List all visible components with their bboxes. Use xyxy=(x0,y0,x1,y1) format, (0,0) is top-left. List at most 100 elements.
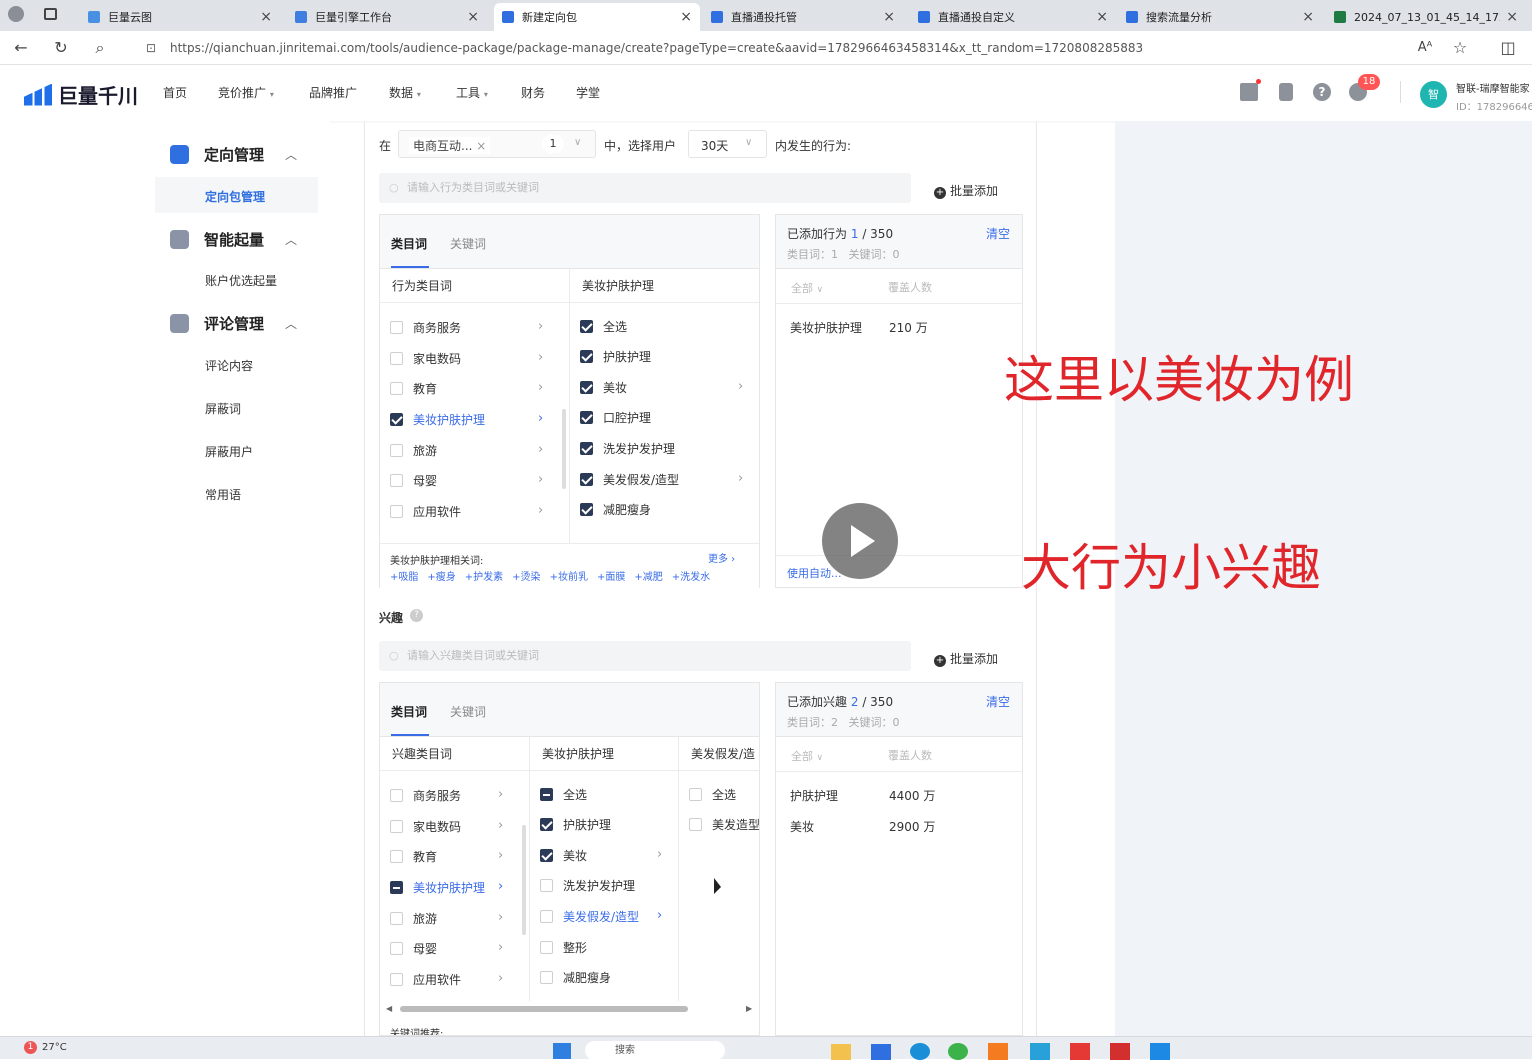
list-item[interactable]: 旅游 xyxy=(390,442,437,459)
checkbox[interactable] xyxy=(390,352,403,365)
logo[interactable]: 巨量千川 xyxy=(24,80,138,109)
close-icon[interactable]: × xyxy=(1302,9,1314,25)
list-item[interactable]: 商务服务 xyxy=(390,787,461,804)
help-icon[interactable]: ? xyxy=(410,609,423,622)
related-word[interactable]: +瘦身 xyxy=(427,568,455,583)
list-item[interactable]: 美妆护肤护理 xyxy=(390,879,485,896)
scrollbar[interactable] xyxy=(522,825,526,935)
scroll-right-icon[interactable]: ▶ xyxy=(746,1004,752,1013)
close-icon[interactable]: × xyxy=(1096,9,1108,25)
checkbox[interactable] xyxy=(390,820,403,833)
sidebar-item-account-boost[interactable]: 账户优选起量 xyxy=(205,272,277,289)
checkbox[interactable] xyxy=(580,350,593,363)
gift-icon[interactable] xyxy=(1240,83,1258,101)
list-item[interactable]: 美妆护肤护理 xyxy=(390,411,485,428)
checkbox[interactable] xyxy=(390,321,403,334)
close-icon[interactable]: × xyxy=(680,9,692,25)
checkbox[interactable] xyxy=(390,505,403,518)
list-item[interactable]: 整形 xyxy=(540,939,587,956)
checkbox[interactable] xyxy=(580,381,593,394)
checkbox[interactable] xyxy=(540,788,553,801)
tab-keyword[interactable]: 关键词 xyxy=(450,235,486,252)
list-item[interactable]: 口腔护理 xyxy=(580,409,651,426)
checkbox[interactable] xyxy=(390,881,403,894)
list-item[interactable]: 洗发护发护理 xyxy=(580,440,675,457)
list-item[interactable]: 美发假发/造型 xyxy=(580,471,679,488)
search-icon[interactable]: ⌕ xyxy=(89,37,111,59)
close-icon[interactable]: × xyxy=(260,9,272,25)
related-word[interactable]: +烫染 xyxy=(512,568,540,583)
clear-button[interactable]: 清空 xyxy=(986,225,1010,242)
checkbox[interactable] xyxy=(540,849,553,862)
days-select[interactable]: 30天 ∨ xyxy=(688,130,767,158)
related-word[interactable]: +护发素 xyxy=(465,568,503,583)
checkbox[interactable] xyxy=(390,382,403,395)
list-item[interactable]: 洗发护发护理 xyxy=(540,877,635,894)
sidebar-item-comment-content[interactable]: 评论内容 xyxy=(205,357,253,374)
checkbox[interactable] xyxy=(540,910,553,923)
list-item[interactable]: 商务服务 xyxy=(390,319,461,336)
related-word[interactable]: +吸脂 xyxy=(390,568,418,583)
tab-excel[interactable]: 2024_07_13_01_45_14_17208085× xyxy=(1326,3,1526,31)
checkbox[interactable] xyxy=(390,789,403,802)
tab-yuntu[interactable]: 巨量云图 × xyxy=(80,3,280,31)
list-item[interactable]: 美发假发/造型 xyxy=(540,908,639,925)
split-screen-icon[interactable]: ◫ xyxy=(1497,37,1519,59)
list-item[interactable]: 减肥瘦身 xyxy=(540,969,611,986)
store-icon[interactable] xyxy=(871,1044,891,1060)
folder-icon[interactable] xyxy=(831,1044,851,1060)
checkbox[interactable] xyxy=(580,411,593,424)
sidebar-item-blocked-users[interactable]: 屏蔽用户 xyxy=(205,443,253,460)
play-button[interactable] xyxy=(822,503,898,579)
checkbox[interactable] xyxy=(390,444,403,457)
app-icon[interactable] xyxy=(988,1043,1008,1060)
favorite-icon[interactable]: ☆ xyxy=(1449,37,1471,59)
list-item[interactable]: 全选 xyxy=(689,786,736,803)
scene-select[interactable]: 电商互动... × 1 ∨ xyxy=(398,130,596,158)
list-item[interactable]: 美妆 xyxy=(580,379,627,396)
list-item[interactable]: 全选 xyxy=(580,318,627,335)
related-word[interactable]: +减肥 xyxy=(634,568,662,583)
tab-workbench[interactable]: 巨量引擎工作台 × xyxy=(287,3,487,31)
nav-academy[interactable]: 学堂 xyxy=(576,84,600,101)
list-item[interactable]: 母婴 xyxy=(390,472,437,489)
list-item[interactable]: 护肤护理 xyxy=(580,348,651,365)
nav-home[interactable]: 首页 xyxy=(163,84,187,101)
list-item[interactable]: 应用软件 xyxy=(390,503,461,520)
tab-keyword[interactable]: 关键词 xyxy=(450,703,486,720)
list-item[interactable]: 美发造型 xyxy=(689,816,759,833)
tab-search-analysis[interactable]: 搜索流量分析 × xyxy=(1118,3,1322,31)
windows-start-icon[interactable] xyxy=(553,1043,571,1059)
clear-button[interactable]: 清空 xyxy=(986,693,1010,710)
app-icon[interactable] xyxy=(1030,1043,1050,1060)
profile-icon[interactable] xyxy=(8,6,24,22)
checkbox[interactable] xyxy=(689,818,702,831)
checkbox[interactable] xyxy=(390,474,403,487)
app-icon[interactable] xyxy=(1110,1043,1130,1060)
list-item[interactable]: 美妆 xyxy=(540,847,587,864)
filter-select[interactable]: 全部 ∨ xyxy=(791,280,823,296)
interest-batch-add-button[interactable]: + 批量添加 xyxy=(934,650,998,667)
checkbox[interactable] xyxy=(540,879,553,892)
tab-actions-icon[interactable] xyxy=(44,8,57,20)
back-icon[interactable]: ← xyxy=(10,37,32,59)
checkbox[interactable] xyxy=(689,788,702,801)
taskbar-search[interactable]: 搜索 xyxy=(585,1041,725,1060)
sidebar-group-boost[interactable]: 智能起量 ︿ xyxy=(170,229,297,250)
avatar[interactable]: 智 xyxy=(1420,81,1447,108)
checkbox[interactable] xyxy=(390,912,403,925)
scrollbar-thumb[interactable] xyxy=(400,1006,688,1012)
behavior-batch-add-button[interactable]: + 批量添加 xyxy=(934,182,998,199)
app-icon[interactable] xyxy=(1070,1043,1090,1060)
list-item[interactable]: 全选 xyxy=(540,786,587,803)
more-link[interactable]: 更多 › xyxy=(708,550,735,565)
scroll-left-icon[interactable]: ◀ xyxy=(386,1004,392,1013)
app-icon[interactable] xyxy=(1150,1043,1170,1060)
reload-icon[interactable]: ↻ xyxy=(50,37,72,59)
nav-bidding[interactable]: 竞价推广 ▾ xyxy=(218,84,274,101)
sidebar-item-common-phrases[interactable]: 常用语 xyxy=(205,486,241,503)
sidebar-item-blocked-words[interactable]: 屏蔽词 xyxy=(205,400,241,417)
filter-select[interactable]: 全部 ∨ xyxy=(791,748,823,764)
weather-text[interactable]: 27°C xyxy=(42,1042,67,1053)
checkbox[interactable] xyxy=(390,942,403,955)
